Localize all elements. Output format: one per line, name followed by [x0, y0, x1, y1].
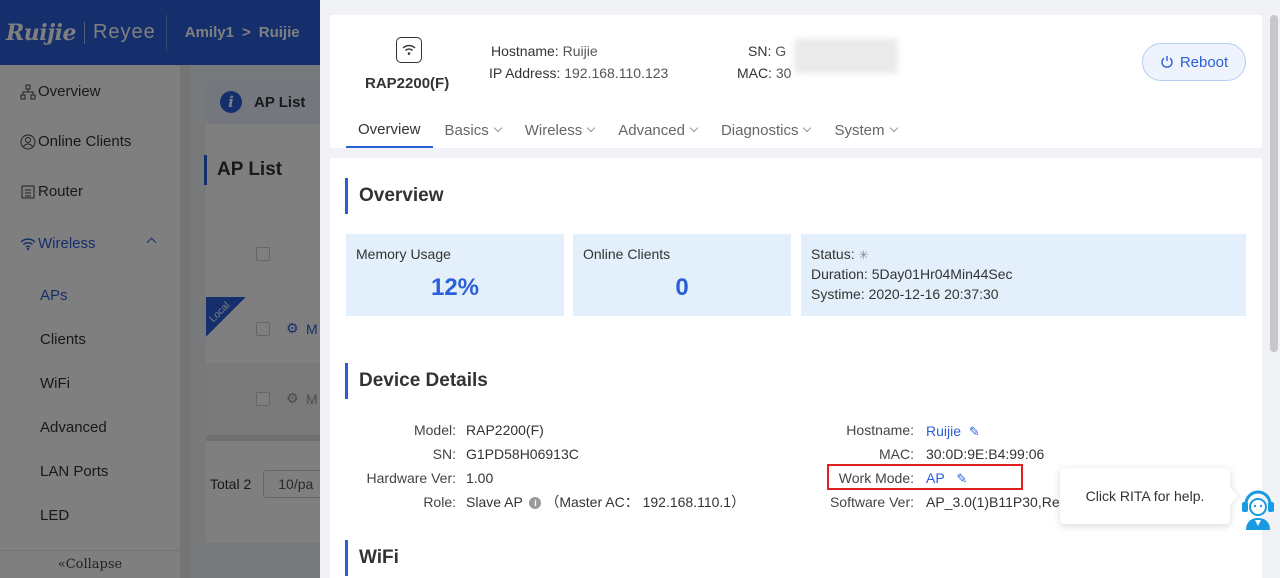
sn-detail-value: G1PD58H06913C	[466, 446, 579, 462]
modal-overlay[interactable]	[0, 0, 320, 578]
work-mode-value: AP	[926, 470, 945, 486]
model-label: Model:	[413, 422, 456, 438]
device-tabs: Overview Basics Wireless Advanced Diagno…	[346, 112, 909, 148]
systime-label: Systime:	[811, 286, 865, 302]
tab-system[interactable]: System	[822, 112, 908, 148]
model-value: RAP2200(F)	[466, 422, 544, 438]
redaction-blur	[794, 39, 898, 73]
work-mode-label: Work Mode:	[838, 470, 914, 486]
device-model-name: RAP2200(F)	[365, 75, 450, 92]
chevron-down-icon	[689, 123, 699, 133]
mac-label: MAC:	[737, 65, 772, 81]
status-card: Status: ✳ Duration: 5Day01Hr04Min44Sec S…	[801, 234, 1246, 316]
duration-row: Duration: 5Day01Hr04Min44Sec	[811, 266, 1013, 282]
device-details-section-title: Device Details	[345, 363, 488, 399]
drawer-scrollbar[interactable]	[1270, 15, 1278, 352]
hostname-value: Ruijie	[562, 43, 598, 59]
header-sn: SN: G	[748, 39, 908, 73]
header-hostname: Hostname: Ruijie	[491, 43, 598, 59]
chevron-down-icon	[586, 123, 596, 133]
mac-value-partial: 30	[775, 65, 792, 81]
hardware-ver-value: 1.00	[466, 470, 494, 486]
role-value: Slave AP	[466, 494, 523, 510]
status-row: Status: ✳	[811, 246, 869, 262]
reboot-button[interactable]: Reboot	[1142, 43, 1246, 81]
mac-detail-label: MAC:	[879, 446, 914, 462]
software-ver-label: Software Ver:	[829, 494, 914, 510]
power-icon	[1161, 56, 1173, 68]
master-ac-value: （Master AC： 192.168.110.1）	[545, 494, 746, 510]
duration-label: Duration:	[811, 266, 868, 282]
loading-spinner-icon: ✳	[858, 248, 869, 262]
online-clients-label: Online Clients	[583, 246, 671, 262]
tab-wireless[interactable]: Wireless	[513, 112, 607, 148]
wifi-section-title: WiFi	[345, 540, 399, 576]
role-label: Role:	[423, 494, 456, 510]
chevron-down-icon	[889, 123, 898, 133]
rita-assistant-icon[interactable]	[1238, 484, 1278, 532]
systime-row: Systime: 2020-12-16 20:37:30	[811, 286, 999, 302]
tab-label: Overview	[358, 120, 421, 138]
memory-usage-label: Memory Usage	[356, 246, 451, 262]
overview-section-title: Overview	[345, 178, 444, 214]
role-value-row: Slave AP i （Master AC： 192.168.110.1）	[466, 492, 745, 512]
ip-value: 192.168.110.123	[564, 65, 669, 81]
tab-label: Diagnostics	[720, 121, 799, 139]
help-text: Click RITA for help.	[1085, 488, 1205, 504]
hostname-detail-value: Ruijie	[926, 423, 962, 439]
online-clients-value: 0	[675, 274, 689, 301]
edit-pencil-icon[interactable]: ✎	[969, 422, 980, 442]
header-mac: MAC: 30	[737, 65, 791, 81]
hostname-label: Hostname:	[491, 43, 559, 59]
header-ip: IP Address: 192.168.110.123	[489, 65, 668, 81]
help-tooltip: Click RITA for help.	[1060, 468, 1230, 524]
online-clients-card: Online Clients 0	[573, 234, 791, 316]
duration-value: 5Day01Hr04Min44Sec	[871, 266, 1013, 282]
hostname-detail-label: Hostname:	[846, 422, 914, 438]
tab-label: Wireless	[524, 121, 583, 139]
wifi-device-icon	[396, 37, 422, 63]
sn-label: SN:	[748, 43, 772, 59]
software-ver-value: AP_3.0(1)B11P30,Re	[926, 494, 1060, 510]
sn-detail-label: SN:	[432, 446, 456, 462]
tab-label: Basics	[444, 121, 489, 139]
device-header: RAP2200(F) Hostname: Ruijie IP Address: …	[330, 15, 1262, 148]
systime-value: 2020-12-16 20:37:30	[868, 286, 999, 302]
tab-label: System	[834, 121, 885, 139]
tab-advanced[interactable]: Advanced	[606, 112, 709, 148]
tab-basics[interactable]: Basics	[433, 112, 513, 148]
sn-value-partial: G	[775, 43, 787, 59]
reboot-label: Reboot	[1179, 53, 1229, 71]
ip-label: IP Address:	[489, 65, 561, 81]
memory-usage-card: Memory Usage 12%	[346, 234, 564, 316]
hostname-detail-link[interactable]: Ruijie ✎	[926, 421, 980, 442]
status-label: Status:	[811, 246, 855, 262]
chevron-down-icon	[803, 123, 812, 133]
info-icon[interactable]: i	[529, 497, 542, 510]
chevron-down-icon	[493, 123, 502, 133]
hardware-ver-label: Hardware Ver:	[366, 470, 456, 486]
edit-pencil-icon[interactable]: ✎	[956, 469, 967, 489]
memory-usage-value: 12%	[430, 274, 480, 301]
tab-diagnostics[interactable]: Diagnostics	[709, 112, 823, 148]
tab-overview[interactable]: Overview	[346, 112, 433, 148]
mac-detail-value: 30:0D:9E:B4:99:06	[926, 446, 1045, 462]
work-mode-link[interactable]: AP ✎	[926, 468, 967, 489]
tab-label: Advanced	[618, 121, 685, 139]
